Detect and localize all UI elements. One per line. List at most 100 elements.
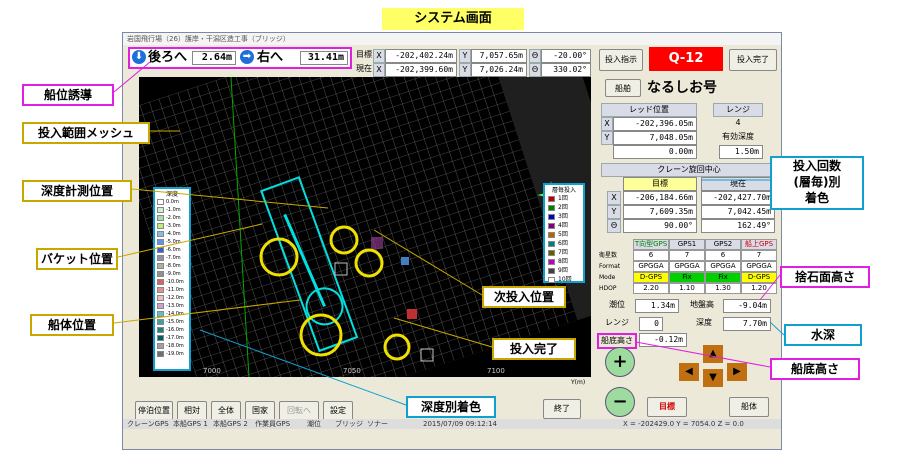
button-settings[interactable]: 設定 bbox=[323, 401, 353, 421]
gps-cell: 6 bbox=[705, 250, 741, 261]
layer-color-swatch bbox=[548, 240, 555, 247]
depth-legend-items: 0.0m -1.0m -2.0m -3.0m -4.0m -5.0m -6.0m -7.0m -… bbox=[155, 198, 189, 358]
effective-depth-value: 1.50m bbox=[719, 145, 763, 159]
crane-angle-current: 162.49° bbox=[701, 219, 775, 233]
layer-legend-label: 4回 bbox=[558, 222, 568, 229]
button-ship[interactable]: 船舶 bbox=[605, 79, 641, 97]
layer-legend-items: 1回 2回 3回 4回 5回 6回 7回 8回 9回 10回 bbox=[545, 194, 583, 284]
button-placement-complete[interactable]: 投入完了 bbox=[729, 49, 777, 71]
window-title: 岩国飛行場（26）護岸・干潟区造工事（ブリッジ） bbox=[123, 33, 781, 45]
layer-legend-item: 5回 bbox=[545, 230, 583, 239]
depth-color-swatch bbox=[157, 303, 164, 309]
gps-header: T向型GPS bbox=[633, 239, 669, 250]
layer-legend-label: 10回 bbox=[558, 276, 572, 283]
gps-row-label: Format bbox=[599, 263, 621, 270]
layer-legend-title: 層毎投入 bbox=[551, 187, 576, 194]
gps-cell: GPGGA bbox=[741, 261, 777, 272]
depth-color-swatch bbox=[157, 239, 164, 245]
depth-color-swatch bbox=[157, 311, 164, 317]
button-placement-instruction[interactable]: 投入指示 bbox=[599, 49, 643, 71]
depth-legend-item: -2.0m bbox=[155, 214, 189, 222]
button-national[interactable]: 国家 bbox=[245, 401, 275, 421]
placement-mesh bbox=[139, 77, 578, 377]
mesh-map[interactable]: 深度 0.0m -1.0m -2.0m -3.0m -4.0m -5.0m -6.0m -7.… bbox=[139, 77, 591, 377]
tide-value: 1.34m bbox=[635, 299, 679, 313]
depth-legend-label: -16.0m bbox=[166, 327, 184, 333]
ground-height-label: 地盤高 bbox=[690, 300, 714, 309]
current-y: 7,026.24m bbox=[471, 63, 527, 77]
layer-color-swatch bbox=[548, 204, 555, 211]
target-y: 7,057.65m bbox=[471, 49, 527, 63]
gps-cell: GPGGA bbox=[669, 261, 705, 272]
lead-header: レッド位置 bbox=[601, 103, 697, 117]
gps-cell: 7 bbox=[741, 250, 777, 261]
depth-color-swatch bbox=[157, 295, 164, 301]
crane-x-current: -202,427.70m bbox=[701, 191, 775, 205]
depth-color-swatch bbox=[157, 287, 164, 293]
depth-legend-label: -17.0m bbox=[166, 335, 184, 341]
effective-depth-label: 有効深度 bbox=[722, 132, 754, 141]
lead-y: 7,048.05m bbox=[613, 131, 697, 145]
gps-row-label: HDOP bbox=[599, 285, 617, 292]
depth-legend-label: -6.0m bbox=[166, 247, 181, 253]
layer-legend-label: 7回 bbox=[558, 249, 568, 256]
back-value: 2.64m bbox=[192, 51, 236, 65]
gps-cell: 1.10 bbox=[669, 283, 705, 294]
depth-color-swatch bbox=[157, 255, 164, 261]
depth-legend-label: -14.0m bbox=[166, 311, 184, 317]
callout-rubble-surface: 捨石面高さ bbox=[780, 266, 870, 288]
depth-legend-item: -8.0m bbox=[155, 262, 189, 270]
depth-legend-label: -12.0m bbox=[166, 295, 184, 301]
x-tick-7000: 7000 bbox=[203, 367, 221, 375]
layer-color-swatch bbox=[548, 231, 555, 238]
status-bar: クレーンGPS 本船GPS 1 本船GPS 2 作業員GPS 潮位 ブリッジ ソ… bbox=[123, 419, 781, 429]
arrow-up-icon[interactable]: ▲ bbox=[703, 345, 723, 363]
layer-color-swatch bbox=[548, 249, 555, 256]
depth-color-swatch bbox=[157, 223, 164, 229]
ground-height-value: -9.04m bbox=[723, 299, 771, 313]
button-exit[interactable]: 終了 bbox=[543, 399, 581, 419]
layer-legend-item: 9回 bbox=[545, 266, 583, 275]
depth-legend-label: -13.0m bbox=[166, 303, 184, 309]
layer-legend-item: 4回 bbox=[545, 221, 583, 230]
button-hull[interactable]: 船体 bbox=[729, 397, 769, 417]
hull-bottom-value: -0.12m bbox=[639, 333, 687, 347]
layer-color-swatch bbox=[548, 195, 555, 202]
depth-color-swatch bbox=[157, 271, 164, 277]
button-target[interactable]: 目標 bbox=[647, 397, 687, 417]
depth-legend-item: -7.0m bbox=[155, 254, 189, 262]
arrow-left-icon[interactable]: ◀ bbox=[679, 363, 699, 381]
arrow-right-button-icon[interactable]: ▶ bbox=[727, 363, 747, 381]
range2-label: レンジ bbox=[605, 318, 629, 327]
depth-label: 深度 bbox=[696, 318, 712, 327]
callout-bucket: バケット位置 bbox=[36, 248, 118, 270]
gps-cell: Fix bbox=[705, 272, 741, 283]
zoom-in-button[interactable]: + bbox=[605, 347, 635, 377]
button-berth-position[interactable]: 停泊位置 bbox=[135, 401, 173, 421]
depth-legend-item: -13.0m bbox=[155, 302, 189, 310]
range-value: 4 bbox=[735, 118, 741, 127]
gps-header: 船上GPS bbox=[741, 239, 777, 250]
current-x: -202,399.60m bbox=[385, 63, 457, 77]
right-label: 右へ bbox=[257, 50, 284, 65]
depth-legend-item: -1.0m bbox=[155, 206, 189, 214]
layer-legend-label: 8回 bbox=[558, 258, 568, 265]
button-relative[interactable]: 相対 bbox=[177, 401, 207, 421]
range2-value: 0 bbox=[639, 317, 663, 331]
depth-legend-label: -10.0m bbox=[166, 279, 184, 285]
layer-color-swatch bbox=[548, 276, 555, 283]
gps-cell: Fix bbox=[669, 272, 705, 283]
button-whole[interactable]: 全体 bbox=[211, 401, 241, 421]
gps-cell: 1.20 bbox=[741, 283, 777, 294]
depth-legend-item: -18.0m bbox=[155, 342, 189, 350]
arrow-down-button-icon[interactable]: ▼ bbox=[703, 369, 723, 387]
layer-legend-item: 10回 bbox=[545, 275, 583, 284]
depth-legend-label: -4.0m bbox=[166, 231, 181, 237]
target-row-label: 目標 bbox=[356, 50, 372, 59]
callout-hull-bottom: 船底高さ bbox=[770, 358, 860, 380]
button-rotate[interactable]: 回転へ bbox=[279, 401, 319, 421]
callout-hull: 船体位置 bbox=[30, 314, 114, 336]
layer-legend-item: 2回 bbox=[545, 203, 583, 212]
zoom-out-button[interactable]: − bbox=[605, 387, 635, 417]
lead-z: 0.00m bbox=[613, 145, 697, 159]
